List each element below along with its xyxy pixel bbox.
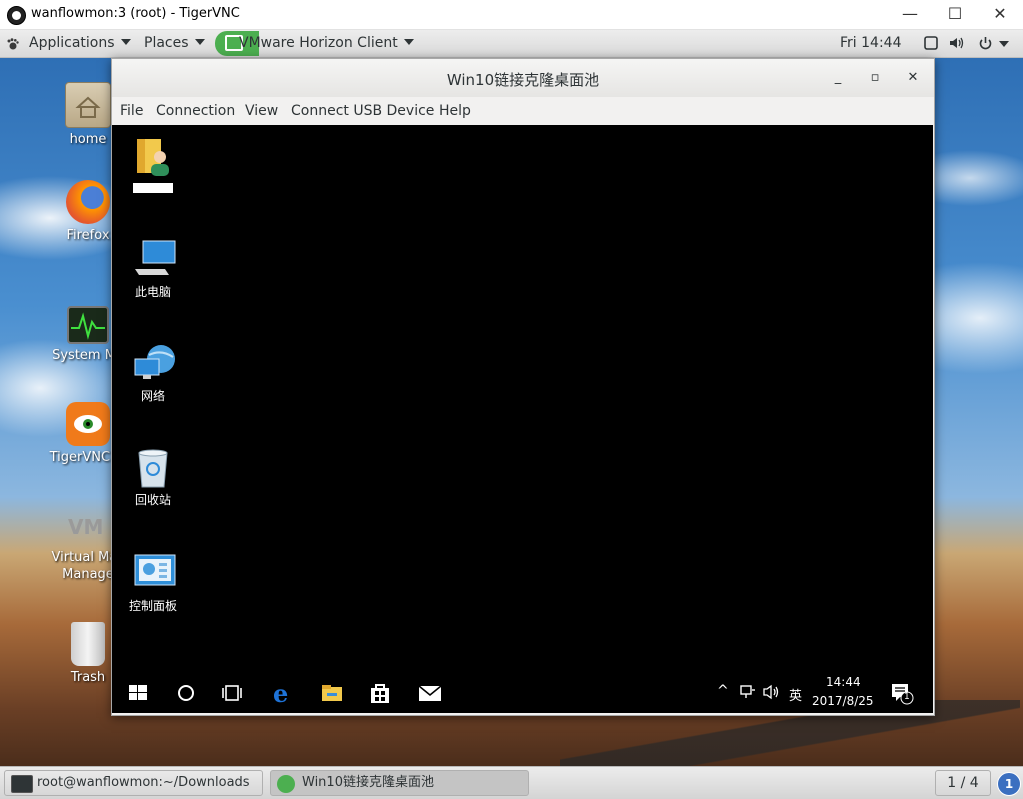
- horizon-icon: [277, 775, 295, 793]
- remote-icon-label: 网络: [140, 389, 165, 403]
- gnome-foot-icon: [7, 38, 19, 50]
- power-icon[interactable]: [978, 36, 993, 51]
- this-pc-icon: [133, 239, 176, 279]
- ime-indicator[interactable]: 英: [789, 685, 802, 704]
- remote-icon-recycle-bin[interactable]: 回收站: [120, 447, 186, 508]
- chevron-down-icon: [120, 39, 131, 45]
- cortana-search-icon[interactable]: [174, 681, 198, 705]
- top-panel: Applications Places VMware Horizon Clien…: [0, 30, 1023, 58]
- menu-connect-usb-device[interactable]: Connect USB Device: [291, 103, 434, 119]
- vmm-icon: VM: [66, 514, 110, 539]
- tigervnc-icon: [66, 402, 110, 446]
- taskbar-time[interactable]: 14:44: [826, 675, 861, 689]
- task-terminal[interactable]: root@wanflowmon:~/Downloads: [4, 770, 263, 796]
- svg-text:VM: VM: [68, 515, 103, 538]
- applications-label: Applications: [29, 35, 115, 51]
- network-icon: [133, 343, 175, 383]
- home-folder-icon: [65, 82, 111, 128]
- chevron-down-icon[interactable]: [999, 41, 1009, 47]
- notification-badge[interactable]: 1: [997, 772, 1021, 796]
- workspace-switcher[interactable]: 1 / 4: [935, 770, 991, 796]
- horizon-client-window: Win10链接克隆桌面池 _ ▫ ✕ File Connection View …: [111, 58, 935, 716]
- vnc-minimize-button[interactable]: —: [896, 3, 924, 25]
- screen-icon[interactable]: [923, 36, 938, 51]
- bottom-panel: root@wanflowmon:~/Downloads Win10链接克隆桌面池…: [0, 766, 1023, 799]
- task-view-icon[interactable]: [220, 681, 244, 705]
- remote-windows-desktop[interactable]: 此电脑 网络 回收站 控制面板 e ^ 英 14:44 2017/8/25 1: [112, 125, 933, 713]
- action-center-icon[interactable]: [890, 681, 914, 705]
- places-label: Places: [144, 35, 189, 51]
- horizon-minimize-button[interactable]: _: [829, 69, 847, 87]
- remote-icon-label: 回收站: [134, 493, 171, 507]
- store-icon[interactable]: [368, 681, 392, 705]
- chevron-down-icon: [403, 39, 414, 45]
- task-horizon-label: Win10链接克隆桌面池: [302, 775, 434, 790]
- remote-icon-control-panel[interactable]: 控制面板: [120, 553, 186, 614]
- taskbar-date[interactable]: 2017/8/25: [812, 694, 874, 708]
- firefox-icon: [66, 180, 110, 224]
- remote-icon-this-pc[interactable]: 此电脑: [120, 239, 186, 300]
- volume-tray-icon[interactable]: [763, 683, 781, 701]
- horizon-menubar: File Connection View Connect USB Device …: [112, 97, 934, 125]
- chevron-down-icon: [194, 39, 205, 45]
- task-terminal-label: root@wanflowmon:~/Downloads: [37, 775, 250, 790]
- places-menu[interactable]: Places: [144, 30, 205, 57]
- control-panel-icon: [133, 553, 176, 593]
- file-explorer-icon[interactable]: [320, 681, 344, 705]
- remote-icon-label: 控制面板: [128, 599, 177, 613]
- applications-menu[interactable]: Applications: [29, 30, 131, 57]
- menu-file[interactable]: File: [120, 103, 143, 119]
- edge-browser-icon[interactable]: e: [272, 679, 296, 708]
- windows-start-icon[interactable]: [126, 681, 150, 705]
- vnc-close-button[interactable]: ✕: [986, 3, 1014, 25]
- system-monitor-icon: [67, 306, 109, 344]
- horizon-maximize-button[interactable]: ▫: [866, 69, 884, 87]
- trash-icon: [71, 622, 105, 666]
- remote-icon-network[interactable]: 网络: [120, 343, 186, 404]
- network-tray-icon[interactable]: [739, 683, 757, 701]
- panel-clock[interactable]: Fri 14:44: [840, 30, 901, 57]
- remote-icon-label: 此电脑: [134, 285, 171, 299]
- menu-view[interactable]: View: [245, 103, 278, 119]
- horizon-close-button[interactable]: ✕: [904, 69, 922, 87]
- menu-help[interactable]: Help: [439, 103, 471, 119]
- tray-overflow-chevron-icon[interactable]: ^: [717, 683, 729, 699]
- task-horizon[interactable]: Win10链接克隆桌面池: [270, 770, 529, 796]
- volume-icon[interactable]: [949, 36, 964, 51]
- vnc-maximize-button[interactable]: ☐: [941, 3, 969, 25]
- remote-icon-user-folder[interactable]: [120, 135, 186, 193]
- mail-icon[interactable]: [418, 681, 442, 705]
- horizon-titlebar[interactable]: Win10链接克隆桌面池 _ ▫ ✕: [112, 59, 934, 97]
- vnc-titlebar: wanflowmon:3 (root) - TigerVNC — ☐ ✕: [0, 0, 1023, 30]
- svg-text:e: e: [273, 681, 288, 705]
- active-app-label: VMware Horizon Client: [239, 35, 398, 51]
- vnc-window-title: wanflowmon:3 (root) - TigerVNC: [31, 6, 240, 21]
- tigervnc-app-icon: [7, 6, 26, 25]
- horizon-window-title: Win10链接克隆桌面池: [446, 71, 600, 89]
- terminal-icon: [11, 775, 33, 793]
- active-app-menu[interactable]: VMware Horizon Client: [239, 30, 414, 57]
- user-folder-icon: [133, 135, 173, 176]
- action-center-count: 1: [904, 692, 910, 702]
- menu-connection[interactable]: Connection: [156, 103, 235, 119]
- recycle-bin-icon: [133, 447, 173, 488]
- windows-taskbar: e ^ 英 14:44 2017/8/25 1: [112, 673, 933, 713]
- remote-icon-label-redacted: [133, 183, 173, 193]
